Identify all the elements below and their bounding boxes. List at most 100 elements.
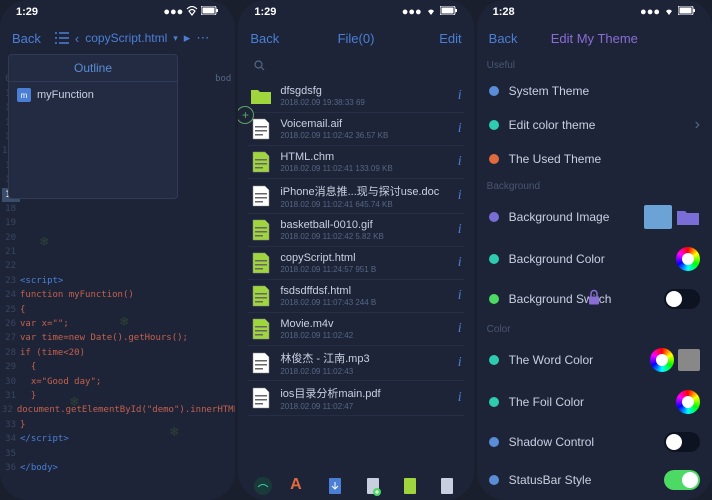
- outline-item[interactable]: m myFunction: [9, 82, 177, 108]
- code-line[interactable]: 27var time=new Date().getHours();: [2, 331, 233, 345]
- toolbar-dock: A: [238, 472, 473, 500]
- theme-row[interactable]: Background Switch: [477, 280, 712, 318]
- line-number: 23: [2, 274, 20, 288]
- file-meta: 2018.02.09 11:02:41 645.74 KB: [280, 200, 449, 209]
- theme-label: The Used Theme: [509, 152, 690, 166]
- dock-download-icon[interactable]: [327, 476, 347, 496]
- dock-wifi-icon[interactable]: [253, 476, 273, 496]
- color-dot: [489, 475, 499, 485]
- file-row[interactable]: Voicemail.aif2018.02.09 11:02:42 36.57 K…: [248, 113, 463, 146]
- code-line[interactable]: 22: [2, 259, 233, 273]
- doc-icon: [250, 284, 272, 308]
- theme-row[interactable]: Edit color theme›: [477, 107, 712, 143]
- theme-row[interactable]: StatusBar Style: [477, 461, 712, 499]
- file-row[interactable]: iPhone消息推...现与探讨use.doc2018.02.09 11:02:…: [248, 179, 463, 214]
- code-line[interactable]: 23<script>: [2, 274, 233, 288]
- file-title[interactable]: copyScript.html: [85, 31, 167, 45]
- theme-row[interactable]: The Word Color: [477, 339, 712, 381]
- info-icon[interactable]: i: [458, 288, 462, 304]
- file-info: copyScript.html2018.02.09 11:24:57 951 B: [280, 252, 449, 274]
- chevron-down-icon[interactable]: ▾: [173, 33, 178, 44]
- info-icon[interactable]: i: [458, 355, 462, 371]
- theme-row[interactable]: Background Color: [477, 238, 712, 280]
- line-number: 21: [2, 245, 20, 259]
- toggle-switch[interactable]: [664, 289, 700, 309]
- code-line[interactable]: 28if (time<20): [2, 346, 233, 360]
- file-meta: 2018.02.09 11:02:43: [280, 367, 449, 376]
- color-picker[interactable]: [676, 390, 700, 414]
- status-bar: 1:29 ●●●: [0, 0, 235, 22]
- dock-font-icon[interactable]: A: [290, 476, 310, 496]
- dock-page-icon[interactable]: [439, 476, 459, 496]
- code-line[interactable]: 25{: [2, 303, 233, 317]
- edit-button[interactable]: Edit: [439, 31, 461, 46]
- code-text: }: [20, 418, 25, 432]
- theme-settings[interactable]: UsefulSystem ThemeEdit color theme›The U…: [477, 54, 712, 500]
- code-line[interactable]: 29 {: [2, 360, 233, 374]
- info-icon[interactable]: i: [458, 88, 462, 104]
- signal-icon: ●●●: [163, 6, 183, 18]
- color-picker[interactable]: [650, 348, 700, 372]
- theme-row[interactable]: Shadow Control: [477, 423, 712, 461]
- image-picker[interactable]: [644, 205, 700, 229]
- code-line[interactable]: 18: [2, 202, 233, 216]
- list-icon[interactable]: [55, 31, 69, 45]
- color-picker[interactable]: [676, 247, 700, 271]
- code-line[interactable]: 32document.getElementById("demo").innerH…: [2, 403, 233, 417]
- code-text: var x="";: [20, 317, 69, 331]
- file-info: ios目录分析main.pdf2018.02.09 11:02:47: [280, 385, 449, 411]
- code-text: {: [20, 303, 25, 317]
- info-icon[interactable]: i: [458, 154, 462, 170]
- info-icon[interactable]: i: [458, 188, 462, 204]
- code-line[interactable]: 30 x="Good day";: [2, 375, 233, 389]
- code-line[interactable]: 24function myFunction(): [2, 288, 233, 302]
- code-line[interactable]: 35: [2, 447, 233, 461]
- signal-icon: ●●●: [640, 6, 660, 18]
- file-row[interactable]: copyScript.html2018.02.09 11:24:57 951 B…: [248, 247, 463, 280]
- dock-new-icon[interactable]: [365, 476, 385, 496]
- file-row[interactable]: ios目录分析main.pdf2018.02.09 11:02:47 i: [248, 381, 463, 416]
- file-row[interactable]: HTML.chm2018.02.09 11:02:41 133.09 KBi: [248, 146, 463, 179]
- chevron-left-icon[interactable]: ‹: [75, 31, 79, 46]
- back-button[interactable]: Back: [250, 31, 279, 46]
- info-icon[interactable]: i: [458, 222, 462, 238]
- file-name: 林俊杰 - 江南.mp3: [280, 350, 449, 366]
- back-button[interactable]: Back: [12, 31, 41, 46]
- dock-file-icon[interactable]: [402, 476, 422, 496]
- theme-row[interactable]: The Used Theme: [477, 143, 712, 175]
- search-bar[interactable]: [246, 56, 465, 78]
- info-icon[interactable]: i: [458, 390, 462, 406]
- file-name: basketball-0010.gif: [280, 219, 449, 231]
- chevron-right-icon[interactable]: ›: [695, 116, 700, 134]
- code-line[interactable]: 36</body>: [2, 461, 233, 475]
- info-icon[interactable]: i: [458, 321, 462, 337]
- info-icon[interactable]: i: [458, 255, 462, 271]
- back-button[interactable]: Back: [489, 31, 518, 46]
- file-row[interactable]: 林俊杰 - 江南.mp32018.02.09 11:02:43 i: [248, 346, 463, 381]
- file-meta: 2018.02.09 11:02:47: [280, 402, 449, 411]
- color-dot: [489, 437, 499, 447]
- play-icon[interactable]: ▸: [184, 30, 191, 46]
- toggle-switch[interactable]: [664, 470, 700, 490]
- code-line[interactable]: 31 }: [2, 389, 233, 403]
- code-text: if (time<20): [20, 346, 85, 360]
- file-row[interactable]: fsdsdffdsf.html2018.02.09 11:07:43 244 B…: [248, 280, 463, 313]
- code-line[interactable]: 34</script>: [2, 432, 233, 446]
- info-icon[interactable]: i: [458, 121, 462, 137]
- code-line[interactable]: 19: [2, 216, 233, 230]
- toggle-switch[interactable]: [664, 432, 700, 452]
- file-row[interactable]: Movie.m4v2018.02.09 11:02:42 i: [248, 313, 463, 346]
- code-text: </script>: [20, 432, 69, 446]
- file-row[interactable]: basketball-0010.gif2018.02.09 11:02:42 5…: [248, 214, 463, 247]
- code-line[interactable]: 21: [2, 245, 233, 259]
- file-row[interactable]: dfsgdsfg2018.02.09 19:38:33 69i: [248, 80, 463, 113]
- code-line[interactable]: 33}: [2, 418, 233, 432]
- more-icon[interactable]: ⋯: [196, 30, 209, 46]
- theme-row[interactable]: Background Image: [477, 196, 712, 238]
- theme-row[interactable]: The Foil Color: [477, 381, 712, 423]
- file-meta: 2018.02.09 11:24:57 951 B: [280, 265, 449, 274]
- theme-row[interactable]: System Theme: [477, 75, 712, 107]
- phone-theme: 1:28 ●●● Back Edit My Theme UsefulSystem…: [477, 0, 712, 500]
- code-line[interactable]: 20: [2, 231, 233, 245]
- code-line[interactable]: 26var x="";: [2, 317, 233, 331]
